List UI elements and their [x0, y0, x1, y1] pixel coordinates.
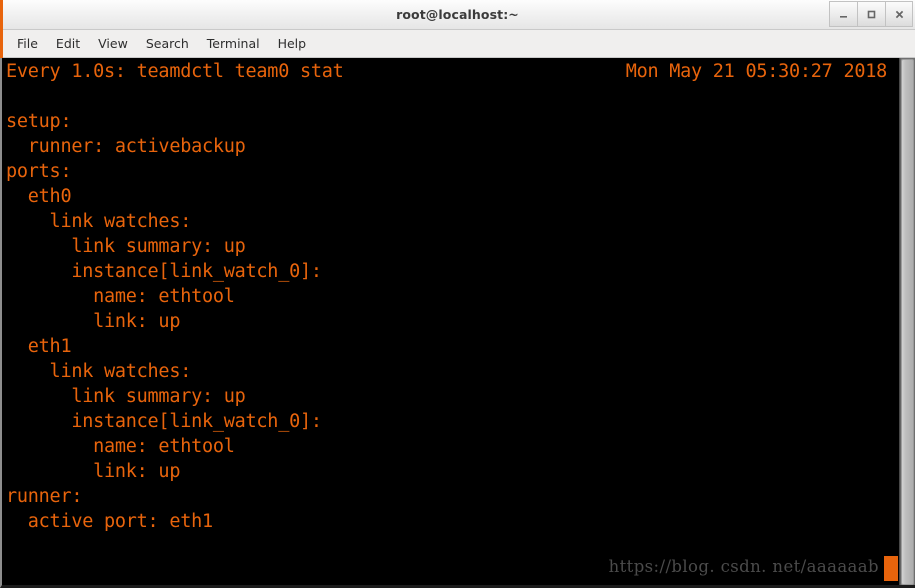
terminal-body[interactable]: Every 1.0s: teamdctl team0 stat Mon May …: [0, 58, 915, 588]
terminal-line: name: ethtool: [6, 436, 235, 457]
terminal-window: root@localhost:~ File Edit View Search T…: [0, 0, 915, 588]
scrollbar-thumb[interactable]: [901, 59, 914, 585]
terminal-line: instance[link_watch_0]:: [6, 411, 322, 432]
terminal-scrollbar[interactable]: [899, 58, 915, 585]
terminal-cursor: [884, 556, 898, 581]
terminal-line: runner: activebackup: [6, 136, 246, 157]
menu-item-edit[interactable]: Edit: [47, 33, 89, 54]
minimize-icon: [840, 15, 847, 18]
terminal-line: runner:: [6, 486, 83, 507]
close-button[interactable]: [885, 1, 913, 27]
watch-header-line: Every 1.0s: teamdctl team0 stat Mon May …: [6, 59, 901, 84]
terminal-line: link: up: [6, 461, 181, 482]
menu-item-help[interactable]: Help: [269, 33, 316, 54]
terminal-line: active port: eth1: [6, 511, 213, 532]
title-bar[interactable]: root@localhost:~: [0, 0, 915, 30]
menu-item-file[interactable]: File: [8, 33, 47, 54]
terminal-line: link summary: up: [6, 236, 246, 257]
watch-command: Every 1.0s: teamdctl team0 stat: [6, 61, 344, 82]
terminal-screen[interactable]: Every 1.0s: teamdctl team0 stat Mon May …: [2, 58, 901, 585]
terminal-line: setup:: [6, 111, 72, 132]
watermark-text: https://blog. csdn. net/aaaaaab: [608, 557, 879, 576]
menu-bar: File Edit View Search Terminal Help: [0, 30, 915, 58]
window-title: root@localhost:~: [396, 7, 519, 22]
window-left-edge-strip: [0, 0, 3, 58]
terminal-line: link: up: [6, 311, 181, 332]
terminal-line: name: ethtool: [6, 286, 235, 307]
terminal-line: link watches:: [6, 211, 192, 232]
close-icon: [895, 10, 903, 18]
terminal-line: eth0: [6, 186, 72, 207]
terminal-line: instance[link_watch_0]:: [6, 261, 322, 282]
watch-timestamp: Mon May 21 05:30:27 2018: [625, 61, 888, 82]
terminal-line: eth1: [6, 336, 72, 357]
terminal-line: ports:: [6, 161, 72, 182]
window-controls: [829, 1, 913, 28]
maximize-icon: [867, 10, 876, 18]
menu-item-search[interactable]: Search: [137, 33, 198, 54]
terminal-line: link summary: up: [6, 386, 246, 407]
menu-item-view[interactable]: View: [89, 33, 137, 54]
menu-item-terminal[interactable]: Terminal: [198, 33, 269, 54]
maximize-button[interactable]: [857, 1, 885, 27]
terminal-line: link watches:: [6, 361, 192, 382]
terminal-output: setup: runner: activebackup ports: eth0 l…: [6, 84, 901, 534]
minimize-button[interactable]: [829, 1, 857, 27]
